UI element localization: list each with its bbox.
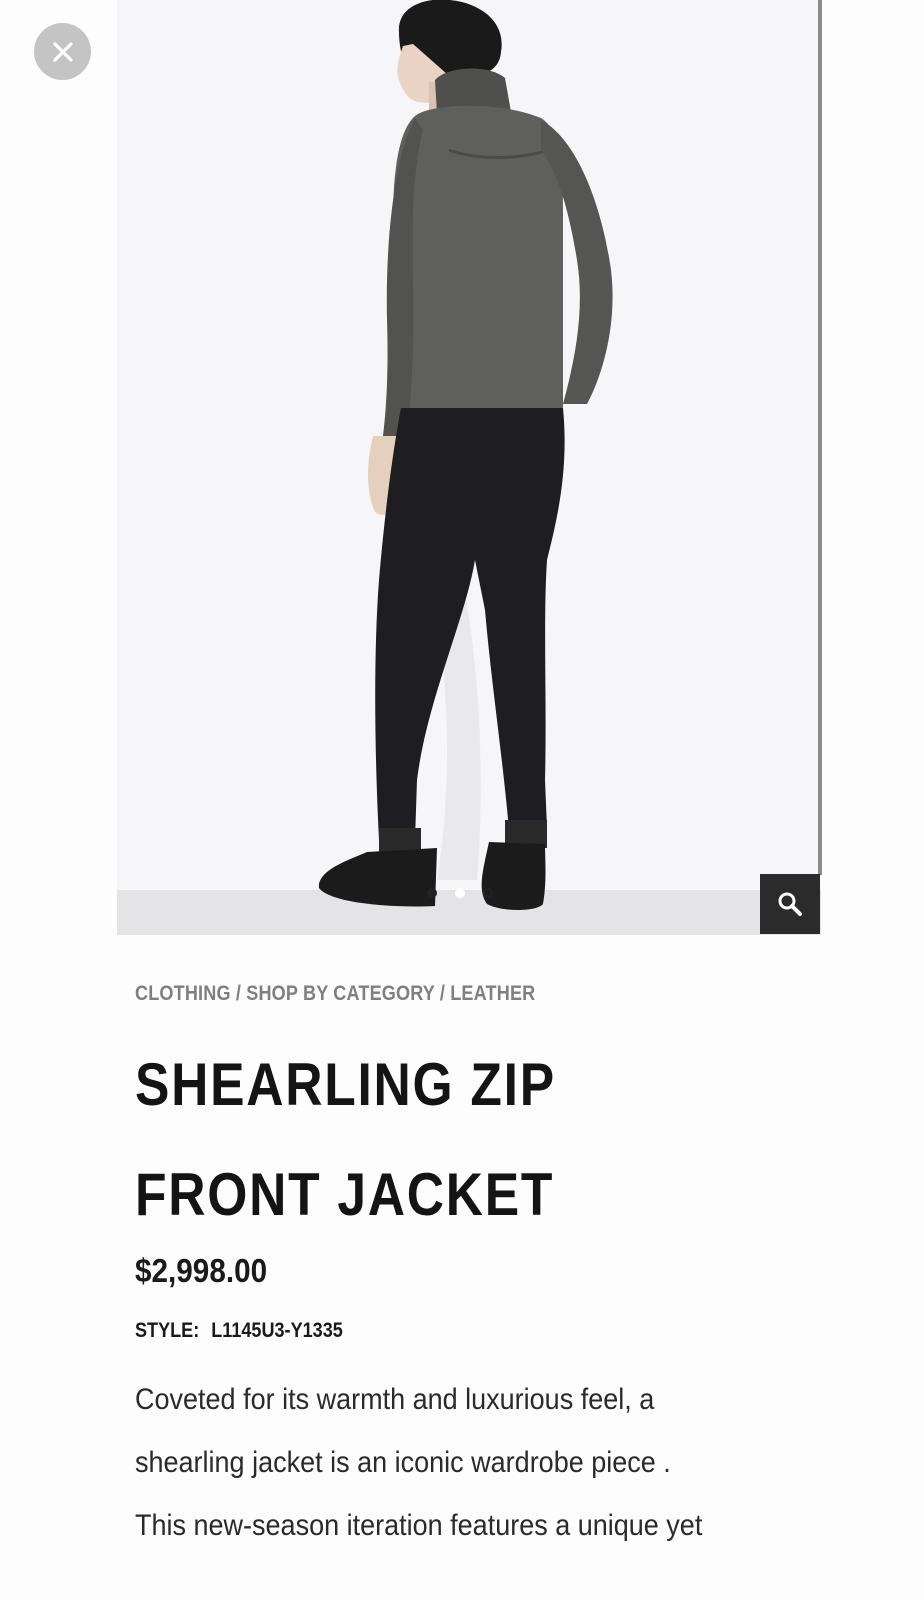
gallery-pagination bbox=[427, 888, 493, 898]
gallery-dot-3[interactable] bbox=[483, 888, 493, 898]
close-icon bbox=[52, 41, 73, 62]
gallery-dot-2[interactable] bbox=[455, 888, 465, 898]
product-price: $2,998.00 bbox=[135, 1252, 268, 1289]
product-title-line-2: FRONT JACKET bbox=[135, 1161, 555, 1228]
product-title-line-1: SHEARLING ZIP bbox=[135, 1051, 556, 1118]
description-line-2: shearling jacket is an iconic wardrobe p… bbox=[135, 1446, 671, 1479]
description-line-3: This new-season iteration features a uni… bbox=[135, 1509, 703, 1542]
image-divider bbox=[818, 0, 822, 875]
gallery-dot-1[interactable] bbox=[427, 888, 437, 898]
product-page: CLOTHING / SHOP BY CATEGORY / LEATHER SH… bbox=[0, 0, 924, 1600]
style-number: STYLE: L1145U3-Y1335 bbox=[135, 1319, 343, 1343]
breadcrumb[interactable]: CLOTHING / SHOP BY CATEGORY / LEATHER bbox=[135, 982, 535, 1006]
style-code: L1145U3-Y1335 bbox=[211, 1319, 343, 1342]
close-button[interactable] bbox=[34, 23, 91, 80]
product-description: Coveted for its warmth and luxurious fee… bbox=[135, 1368, 819, 1557]
product-image-gallery[interactable] bbox=[117, 0, 821, 935]
product-title: SHEARLING ZIP FRONT JACKET bbox=[135, 1030, 556, 1250]
product-image bbox=[318, 0, 613, 910]
zoom-button[interactable] bbox=[760, 874, 820, 934]
description-line-1: Coveted for its warmth and luxurious fee… bbox=[135, 1383, 655, 1416]
style-label: STYLE: bbox=[135, 1319, 200, 1342]
search-icon bbox=[778, 892, 802, 916]
